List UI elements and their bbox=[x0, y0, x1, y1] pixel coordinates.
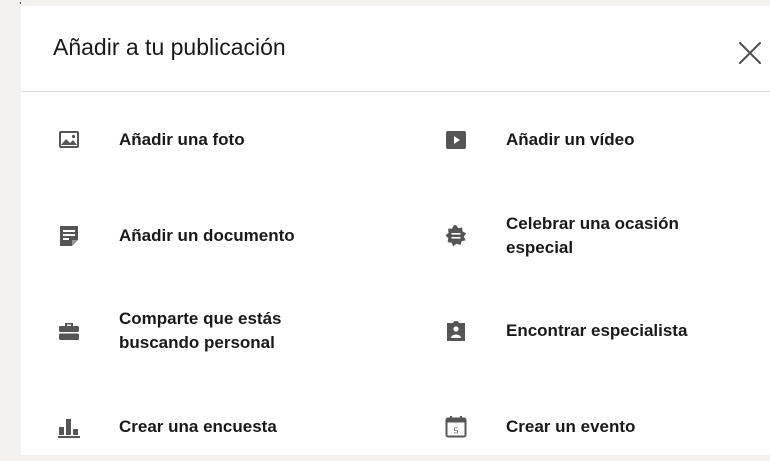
celebrate-occasion-label: Celebrar una ocasión especial bbox=[506, 214, 679, 257]
calendar-day: 5 bbox=[454, 426, 459, 436]
corner-mark bbox=[20, 2, 21, 4]
video-icon bbox=[446, 131, 466, 149]
celebrate-occasion-option[interactable]: Celebrar una ocasión especial bbox=[444, 212, 744, 260]
create-event-label: Crear un evento bbox=[506, 417, 636, 437]
celebrate-icon bbox=[445, 225, 466, 247]
dialog-header: Añadir a tu publicación bbox=[21, 6, 770, 92]
add-video-label: Añadir un vídeo bbox=[506, 130, 635, 150]
close-icon bbox=[738, 41, 762, 65]
dialog-title: Añadir a tu publicación bbox=[53, 34, 286, 60]
create-poll-option[interactable]: Crear una encuesta bbox=[57, 403, 357, 451]
document-icon bbox=[60, 226, 78, 246]
add-photo-option[interactable]: Añadir una foto bbox=[57, 116, 357, 164]
add-video-option[interactable]: Añadir un vídeo bbox=[444, 116, 744, 164]
specialist-icon bbox=[447, 321, 465, 341]
photo-icon bbox=[59, 131, 79, 148]
close-button[interactable] bbox=[733, 36, 767, 70]
add-document-option[interactable]: Añadir un documento bbox=[57, 212, 357, 260]
find-specialist-label: Encontrar especialista bbox=[506, 321, 688, 341]
add-document-label: Añadir un documento bbox=[119, 226, 295, 246]
poll-icon bbox=[58, 419, 80, 438]
hiring-label: Comparte que estás buscando personal bbox=[119, 309, 282, 352]
hiring-option[interactable]: Comparte que estás buscando personal bbox=[57, 307, 357, 355]
find-specialist-option[interactable]: Encontrar especialista bbox=[444, 307, 744, 355]
create-poll-label: Crear una encuesta bbox=[119, 417, 277, 437]
calendar-icon: 5 bbox=[445, 416, 467, 438]
create-event-option[interactable]: 5 Crear un evento bbox=[444, 403, 744, 451]
add-to-post-dialog: Añadir a tu publicación Añadir una foto … bbox=[21, 6, 770, 455]
briefcase-icon bbox=[59, 323, 79, 340]
add-photo-label: Añadir una foto bbox=[119, 130, 245, 150]
